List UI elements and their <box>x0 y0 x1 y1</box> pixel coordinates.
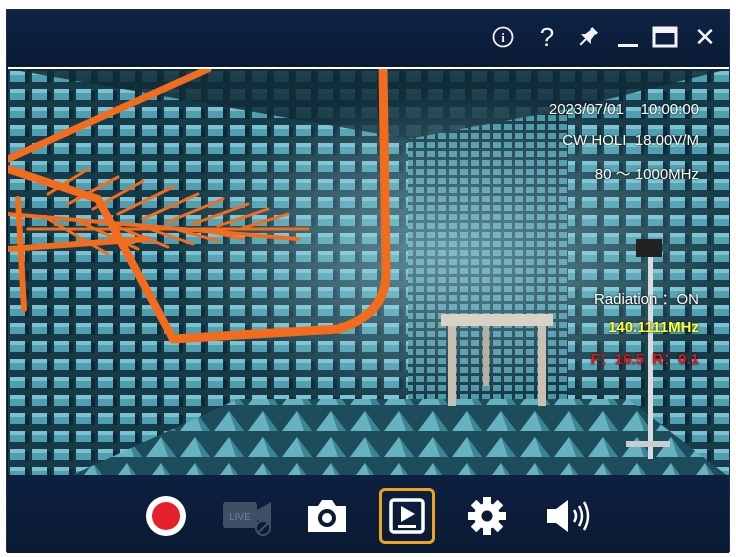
minimize-button[interactable] <box>613 21 643 53</box>
gear-icon <box>468 497 506 535</box>
field-strength-label: 18.00V/M <box>634 132 699 149</box>
camera-icon <box>308 500 346 532</box>
svg-text:LIVE: LIVE <box>229 512 251 523</box>
close-button[interactable]: ✕ <box>690 21 720 53</box>
help-button[interactable]: ? <box>532 21 562 53</box>
close-icon: ✕ <box>694 21 716 52</box>
record-icon <box>146 496 186 536</box>
test-mode: CW HOLI 18.00V/M <box>562 132 699 149</box>
timestamp: 2023/07/01 10:00:00 <box>549 101 699 118</box>
snapshot-button[interactable] <box>299 488 355 544</box>
app-window: i ? ✕ 2023/07/01 10:00:00 CW HOLI 18.00V… <box>6 9 730 553</box>
date-label: 2023/07/01 <box>548 101 624 118</box>
volume-button[interactable] <box>541 488 597 544</box>
record-button[interactable] <box>138 488 194 544</box>
freq-range-label: 80 ～ 1000MHz <box>594 166 699 183</box>
camera-viewport[interactable]: 2023/07/01 10:00:00 CW HOLI 18.00V/M 80 … <box>8 67 729 477</box>
playback-icon <box>389 498 425 534</box>
pin-button[interactable] <box>573 21 603 53</box>
time-label: 10:00:00 <box>640 101 699 118</box>
minimize-icon <box>618 44 638 47</box>
live-button[interactable]: LIVE <box>219 488 275 544</box>
title-bar: i ? ✕ <box>7 10 729 67</box>
control-toolbar: LIVE <box>7 475 729 553</box>
maximize-button[interactable] <box>650 21 680 53</box>
info-icon: i <box>492 26 514 48</box>
svg-text:i: i <box>501 30 505 45</box>
help-icon: ? <box>539 21 555 52</box>
playback-button[interactable] <box>379 488 435 544</box>
anechoic-chamber-image <box>8 69 729 477</box>
mode-label: CW HOLI <box>562 132 627 149</box>
angle-readout: F：16.5 R：0.1 <box>590 351 699 368</box>
current-frequency: 140.1111MHz <box>608 319 699 336</box>
pin-icon <box>579 27 598 46</box>
info-button[interactable]: i <box>488 21 518 53</box>
speaker-icon <box>547 500 590 532</box>
maximize-icon <box>652 26 678 48</box>
radiation-status: Radiation ：ON <box>593 291 699 308</box>
settings-button[interactable] <box>459 488 515 544</box>
live-camera-icon: LIVE <box>223 502 271 536</box>
